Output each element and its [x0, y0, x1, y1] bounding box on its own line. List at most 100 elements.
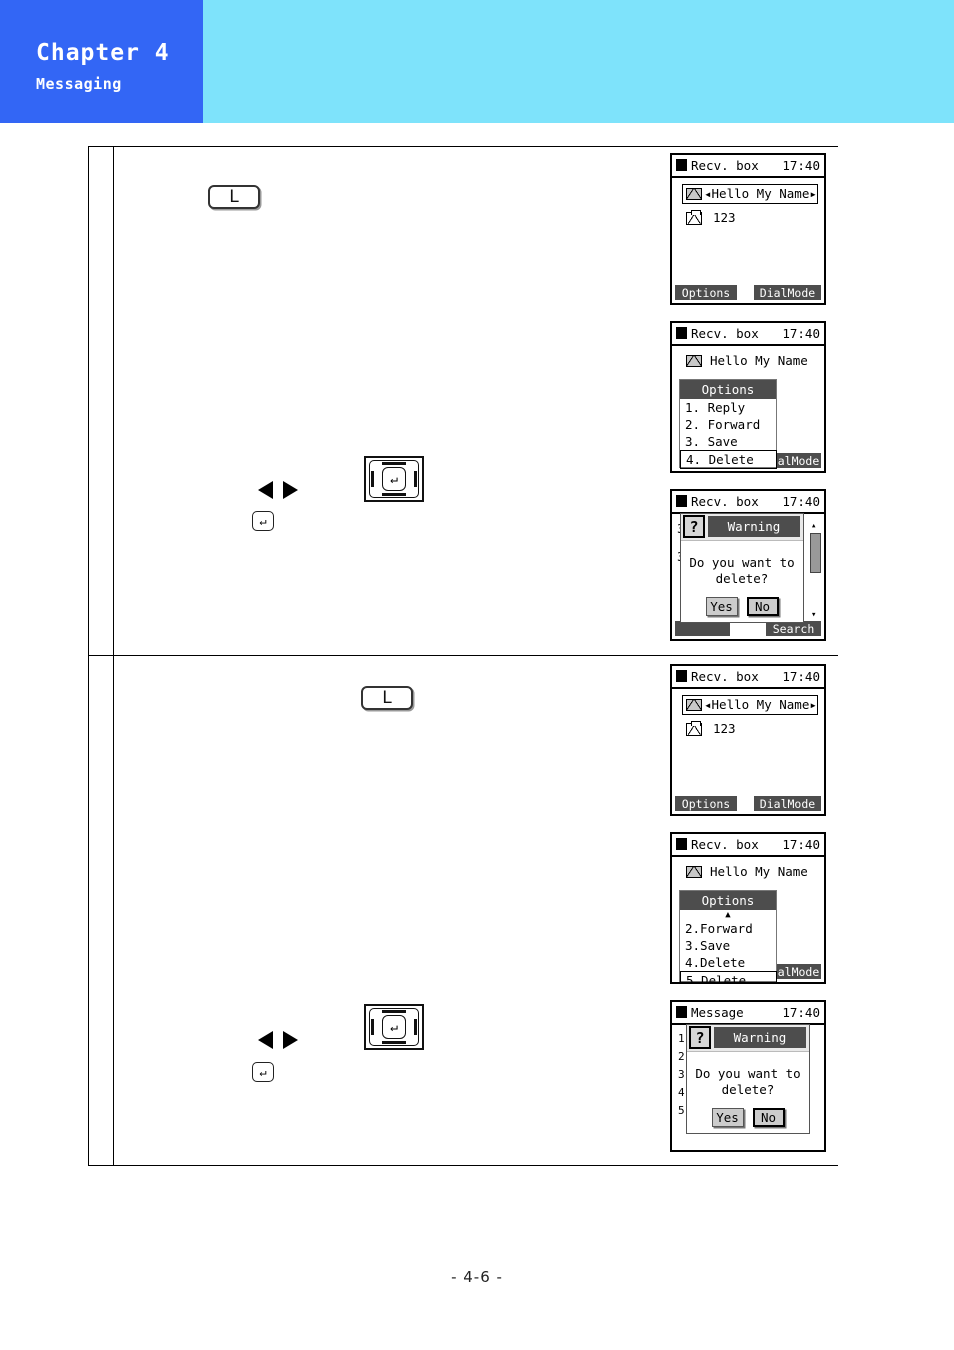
- screen-recv-box-warning-1: Recv. box 17:40 Search ▴ ▾ 3 3 ? Warning…: [670, 489, 826, 641]
- clock-1b: 17:40: [782, 326, 820, 341]
- status-bar-1a: Recv. box 17:40: [672, 155, 824, 178]
- warning-dialog-title-label-1c: Warning: [727, 519, 781, 534]
- scroll-up-caret-glyph-2b: ▲: [725, 910, 731, 920]
- warning-dialog-title-1c: Warning: [708, 516, 800, 537]
- warning-dialog-message-line1-1c: Do you want to: [689, 555, 795, 570]
- nav-pad-up-1[interactable]: [382, 462, 406, 465]
- status-bar-2b: Recv. box 17:40: [672, 834, 824, 857]
- softkey-dialmode-behind-2b: alMode: [776, 964, 821, 979]
- mail-subject-2a-2: 123: [713, 721, 736, 737]
- options-item-reply-1b[interactable]: 1. Reply: [680, 399, 776, 416]
- nav-pad-icon-1[interactable]: ↵: [364, 456, 424, 502]
- enter-key-icon-2[interactable]: ↵: [252, 1062, 274, 1082]
- screen-recv-box-list-1: Recv. box 17:40 ◂Hello My Name▸ 123 Opti…: [670, 153, 826, 305]
- options-popup-header-2b: Options: [680, 891, 776, 910]
- no-button-1c[interactable]: No: [746, 597, 779, 616]
- warning-dialog-titlebar-2c: ? Warning: [687, 1025, 809, 1052]
- left-soft-key-icon-1[interactable]: L: [208, 185, 260, 209]
- scrollbar-thumb-1c[interactable]: [810, 533, 821, 573]
- softkey-left-behind-1c: [675, 621, 730, 636]
- nav-pad-down-2[interactable]: [382, 1041, 406, 1044]
- page-subtitle: Messaging: [36, 75, 122, 93]
- right-arrow-icon-1: [283, 481, 298, 499]
- yes-button-1c[interactable]: Yes: [705, 597, 738, 616]
- clock-2a: 17:40: [782, 669, 820, 684]
- softkey-dialmode-label-2a: DialMode: [759, 796, 816, 811]
- no-button-2c[interactable]: No: [752, 1108, 785, 1127]
- ghost-list-row-2c-4: 4: [678, 1086, 685, 1099]
- table-column-divider: [113, 146, 114, 655]
- options-item-forward-label-2b: 2.Forward: [685, 921, 753, 936]
- nav-pad-left-1[interactable]: [371, 471, 374, 487]
- nav-pad-up-2[interactable]: [382, 1010, 406, 1013]
- nav-pad-center-1[interactable]: ↵: [382, 467, 406, 491]
- envelope-closed-icon-2b: [686, 866, 702, 879]
- nav-pad-center-2[interactable]: ↵: [382, 1015, 406, 1039]
- options-item-delete-label-1b: 4. Delete: [686, 452, 754, 467]
- softkey-dialmode-behind-1b: alMode: [776, 453, 821, 468]
- warning-dialog-message-line1-2c: Do you want to: [695, 1066, 801, 1081]
- options-popup-2b: Options ▲ 2.Forward 3.Save 4.Delete 5.De…: [679, 890, 777, 982]
- envelope-open-icon-1a: [686, 209, 702, 225]
- left-soft-key-label-2: L: [382, 688, 392, 708]
- nav-pad-left-2[interactable]: [371, 1019, 374, 1035]
- question-icon-2c: ?: [689, 1026, 711, 1049]
- options-item-forward-1b[interactable]: 2. Forward: [680, 416, 776, 433]
- status-bar-2a: Recv. box 17:40: [672, 666, 824, 689]
- mail-subject-2a: ◂Hello My Name▸: [704, 697, 817, 712]
- options-item-forward-label-1b: 2. Forward: [685, 417, 761, 432]
- options-item-save-label-2b: 3.Save: [685, 938, 731, 953]
- nav-left-right-icon-1[interactable]: [258, 479, 298, 501]
- signal-block-icon-2b: [676, 838, 687, 850]
- enter-key-icon-1[interactable]: ↵: [252, 511, 274, 531]
- options-item-forward-2b[interactable]: 2.Forward: [680, 920, 776, 937]
- signal-block-icon-1a: [676, 159, 687, 171]
- options-item-save-2b[interactable]: 3.Save: [680, 937, 776, 954]
- softkey-search-behind-label-1c: Search: [772, 621, 815, 636]
- ghost-list-row-2c-1: 1: [678, 1032, 685, 1045]
- options-item-reply-label-1b: 1. Reply: [685, 400, 746, 415]
- screen-title-2a: Recv. box: [691, 669, 759, 684]
- softkey-dialmode-1a[interactable]: DialMode: [754, 285, 821, 300]
- ghost-list-row-2c-5: 5: [678, 1104, 685, 1117]
- options-item-delete-2b[interactable]: 4.Delete: [680, 954, 776, 971]
- table-top-border: [88, 146, 838, 147]
- screen-title-2c: Message: [691, 1005, 744, 1020]
- mail-list-item-selected-2a[interactable]: ◂Hello My Name▸: [682, 695, 818, 715]
- scrollbar-1c[interactable]: ▴ ▾: [810, 522, 821, 620]
- scrollbar-up-arrow-1c[interactable]: ▴: [811, 522, 816, 531]
- scrollbar-down-arrow-1c[interactable]: ▾: [811, 610, 817, 620]
- yes-button-2c[interactable]: Yes: [711, 1108, 744, 1127]
- clock-2b: 17:40: [782, 837, 820, 852]
- mail-list-item-selected-1a[interactable]: ◂Hello My Name▸: [682, 184, 818, 204]
- screen-recv-box-options-2: Recv. box 17:40 Hello My Name alMode Opt…: [670, 832, 826, 984]
- left-soft-key-icon-2[interactable]: L: [361, 686, 413, 710]
- options-popup-title-1b: Options: [701, 382, 755, 397]
- warning-dialog-message-line2-1c: delete?: [715, 571, 769, 586]
- ghost-list-row-2c-2: 2: [678, 1050, 685, 1063]
- envelope-closed-icon-1a: [686, 188, 702, 201]
- mail-row-1a: ◂Hello My Name▸: [686, 187, 817, 201]
- envelope-closed-icon-2a: [686, 699, 702, 712]
- enter-glyph-1: ↵: [259, 514, 267, 528]
- scrollbar-down-glyph-1c: ▾: [811, 610, 817, 620]
- softkey-options-2a[interactable]: Options: [675, 796, 737, 811]
- nav-pad-down-1[interactable]: [382, 493, 406, 496]
- warning-dialog-buttons-2c: Yes No: [687, 1108, 809, 1127]
- question-icon-1c: ?: [683, 515, 705, 538]
- warning-dialog-1c: ? Warning Do you want to delete? Yes No: [680, 513, 804, 623]
- nav-pad-right-1[interactable]: [414, 471, 417, 487]
- mail-row-2a-2[interactable]: 123: [686, 720, 736, 737]
- nav-pad-icon-2[interactable]: ↵: [364, 1004, 424, 1050]
- nav-left-right-icon-2[interactable]: [258, 1029, 298, 1051]
- options-item-save-1b[interactable]: 3. Save: [680, 433, 776, 450]
- options-item-delete-all-2b[interactable]: 5.Delete all: [680, 971, 777, 982]
- softkey-dialmode-2a[interactable]: DialMode: [754, 796, 821, 811]
- softkey-options-1a[interactable]: Options: [675, 285, 737, 300]
- no-button-label-1c: No: [754, 599, 771, 614]
- mail-row-1a-2[interactable]: 123: [686, 209, 736, 225]
- warning-dialog-buttons-1c: Yes No: [681, 597, 803, 616]
- signal-block-icon-2c: [676, 1006, 687, 1018]
- options-item-delete-1b[interactable]: 4. Delete: [680, 450, 777, 469]
- nav-pad-right-2[interactable]: [414, 1019, 417, 1035]
